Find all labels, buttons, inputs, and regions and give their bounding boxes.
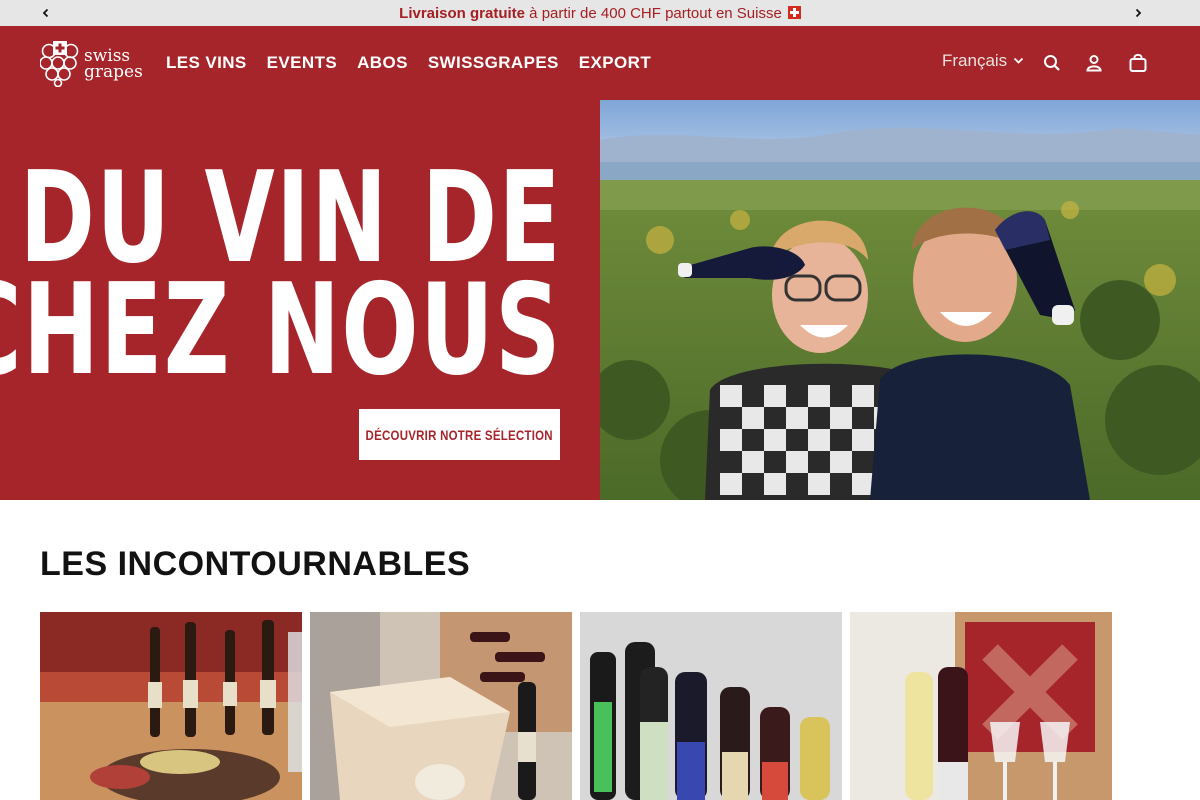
announcement-text[interactable]: Livraison gratuite à partir de 400 CHF p…	[399, 5, 801, 22]
chevron-right-icon[interactable]	[1125, 0, 1151, 26]
logo[interactable]: swiss grapes	[40, 40, 148, 88]
announcement-bar: Livraison gratuite à partir de 400 CHF p…	[0, 0, 1200, 26]
announcement-strong: Livraison gratuite	[399, 4, 526, 22]
logo-line-2: grapes	[84, 62, 143, 82]
hero-banner: DU VIN DE CHEZ NOUS DÉCOUVRIR NOTRE SÉLE…	[0, 100, 600, 500]
nav-item-events[interactable]: EVENTS	[267, 53, 337, 73]
language-label: Français	[942, 51, 1008, 70]
announcement-rest: à partir de 400 CHF partout en Suisse	[525, 4, 782, 22]
product-card-3[interactable]	[580, 612, 842, 800]
hero-title-line-2: CHEZ NOUS	[0, 256, 562, 403]
product-image-1	[40, 612, 302, 800]
search-icon[interactable]	[1040, 51, 1064, 75]
swiss-flag-icon	[787, 5, 801, 19]
main-nav: LES VINS EVENTS ABOS SWISSGRAPES EXPORT	[166, 26, 651, 100]
nav-item-abos[interactable]: ABOS	[357, 53, 408, 73]
discover-selection-label: DÉCOUVRIR NOTRE SÉLECTION	[365, 426, 554, 443]
discover-selection-button[interactable]: DÉCOUVRIR NOTRE SÉLECTION	[359, 409, 560, 460]
language-selector[interactable]: Français	[942, 51, 1024, 71]
hero-title: DU VIN DE CHEZ NOUS	[0, 155, 562, 403]
product-image-4	[850, 612, 1112, 800]
nav-item-swissgrapes[interactable]: SWISSGRAPES	[428, 53, 559, 73]
cart-icon[interactable]	[1126, 51, 1150, 75]
section-title: LES INCONTOURNABLES	[40, 545, 471, 583]
product-image-2	[310, 612, 572, 800]
logo-text: swiss grapes	[84, 48, 143, 82]
product-image-3	[580, 612, 842, 800]
chevron-down-icon	[1014, 57, 1024, 64]
product-card-1[interactable]	[40, 612, 302, 800]
site-header: swiss grapes LES VINS EVENTS ABOS SWISSG…	[0, 26, 1200, 100]
hero-photo	[600, 100, 1200, 500]
grape-logo-icon	[40, 41, 79, 87]
nav-item-export[interactable]: EXPORT	[579, 53, 651, 73]
nav-item-les-vins[interactable]: LES VINS	[166, 53, 247, 73]
chevron-left-icon[interactable]	[33, 0, 59, 26]
account-icon[interactable]	[1082, 51, 1106, 75]
product-card-2[interactable]	[310, 612, 572, 800]
product-card-4[interactable]	[850, 612, 1112, 800]
